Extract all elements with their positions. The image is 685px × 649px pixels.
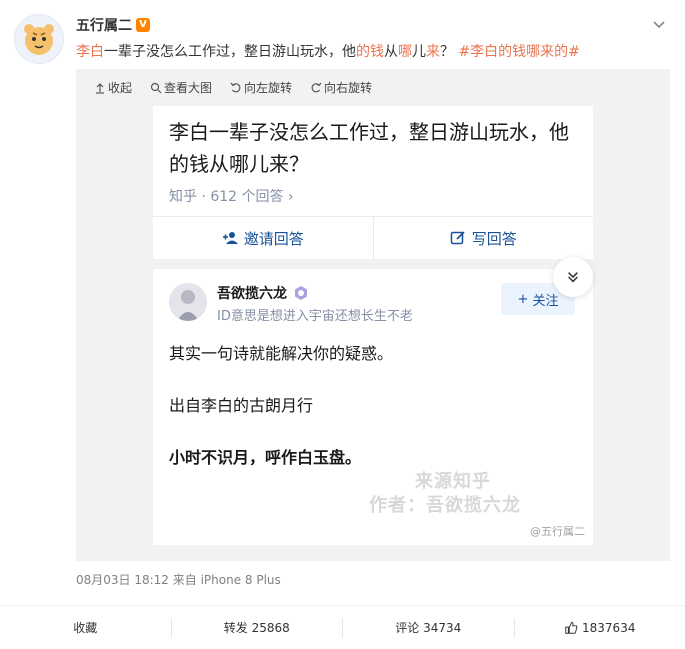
level-badge-icon — [295, 286, 307, 300]
add-user-icon — [222, 232, 238, 244]
repost-button[interactable]: 转发 25868 — [172, 619, 343, 636]
collapse-button[interactable]: 收起 — [94, 79, 132, 96]
answer-line: 其实一句诗就能解决你的疑惑。 — [169, 344, 394, 363]
zhihu-question-title: 李白一辈子没怎么工作过，整日游山玩水，他的钱从哪儿来？ — [169, 120, 569, 176]
post-text-segment: 一辈子没怎么工作过，整日游山玩水，他 — [104, 44, 356, 60]
avatar[interactable] — [14, 14, 64, 64]
rotate-right-button[interactable]: 向右旋转 — [310, 79, 372, 96]
magnifier-icon — [150, 82, 162, 93]
answerer-name: 吾欲揽六龙 — [217, 283, 309, 303]
like-button[interactable]: 1837634 — [515, 621, 685, 635]
post-text-highlight: 哪 — [398, 44, 412, 60]
post-text-highlight: 的钱 — [356, 44, 384, 60]
post-footer: 收藏 转发 25868 评论 34734 1837634 — [0, 606, 685, 649]
zhihu-meta: 知乎 · 612 个回答 › — [169, 189, 294, 205]
post-text-segment: 儿 — [412, 44, 426, 60]
view-large-label: 查看大图 — [164, 81, 213, 95]
post-timestamp: 08月03日 18:12 来自 iPhone 8 Plus — [76, 573, 281, 587]
answer-line: 小时不识月，呼作白玉盘。 — [169, 448, 362, 467]
media-toolbar: 收起 查看大图 向左旋转 向右旋转 — [94, 79, 372, 96]
hashtag-link[interactable]: #李白的钱哪来的# — [458, 44, 579, 60]
double-chevron-down-icon — [568, 272, 578, 283]
zhihu-gap — [153, 259, 593, 269]
scroll-down-button — [553, 257, 593, 297]
collapse-icon — [96, 82, 104, 94]
comment-label: 评论 34734 — [395, 621, 462, 635]
media-viewer: 收起 查看大图 向左旋转 向右旋转 李白一辈子没怎么工作过，整日游山玩水，他的钱… — [76, 69, 670, 561]
plus-icon: + — [517, 291, 529, 307]
zhihu-answer: 吾欲揽六龙 ID意思是想进入宇宙还想长生不老 + 关注 其实一句诗就能解决你的疑… — [153, 257, 593, 545]
rotate-left-button[interactable]: 向左旋转 — [230, 79, 292, 96]
answerer-avatar — [169, 283, 207, 321]
thumbs-up-icon — [565, 621, 578, 634]
rotate-left-icon — [230, 82, 241, 92]
favorite-button[interactable]: 收藏 — [0, 619, 171, 636]
rotate-right-label: 向右旋转 — [324, 81, 373, 95]
follow-label: 关注 — [532, 293, 559, 309]
edit-icon — [450, 231, 465, 245]
post-text-highlight: 来 — [426, 44, 440, 60]
weibo-watermark: @五行属二 — [530, 525, 585, 538]
favorite-label: 收藏 — [73, 621, 98, 635]
answer-line: 出自李白的古朗月行 — [169, 396, 314, 415]
invite-answer-label: 邀请回答 — [243, 229, 304, 248]
write-answer-label: 写回答 — [471, 229, 517, 248]
watermark-source: 来源知乎 — [415, 471, 491, 492]
post-link-libai[interactable]: 李白 — [76, 44, 104, 60]
like-count: 1837634 — [582, 620, 636, 635]
username[interactable]: 五行属二 V — [76, 15, 150, 35]
repost-label: 转发 25868 — [223, 621, 290, 635]
collapse-label: 收起 — [108, 81, 133, 95]
rotate-right-icon — [311, 82, 322, 92]
answerer-bio: ID意思是想进入宇宙还想长生不老 — [217, 309, 413, 324]
invite-answer-button: 邀请回答 — [153, 217, 373, 259]
answer-body: 其实一句诗就能解决你的疑惑。 出自李白的古朗月行 小时不识月，呼作白玉盘。 — [169, 343, 393, 499]
answerer-name-text: 吾欲揽六龙 — [217, 286, 287, 302]
post-text-segment: 从 — [384, 44, 398, 60]
watermark-author: 作者：吾欲揽六龙 — [369, 495, 521, 516]
rotate-left-label: 向左旋转 — [244, 81, 293, 95]
view-large-button[interactable]: 查看大图 — [150, 79, 212, 96]
post-text-segment: ？ — [440, 44, 459, 60]
username-text[interactable]: 五行属二 — [76, 15, 132, 35]
post-text: 李白一辈子没怎么工作过，整日游山玩水，他的钱从哪儿来？ #李白的钱哪来的# — [76, 41, 580, 61]
chevron-down-icon[interactable] — [651, 16, 667, 32]
comment-button[interactable]: 评论 34734 — [343, 619, 514, 636]
zhihu-actions: 邀请回答 写回答 — [153, 216, 593, 259]
zhihu-screenshot-image[interactable]: 李白一辈子没怎么工作过，整日游山玩水，他的钱从哪儿来？ 知乎 · 612 个回答… — [153, 106, 593, 545]
verified-badge-icon: V — [136, 18, 150, 32]
write-answer-button: 写回答 — [372, 217, 594, 259]
